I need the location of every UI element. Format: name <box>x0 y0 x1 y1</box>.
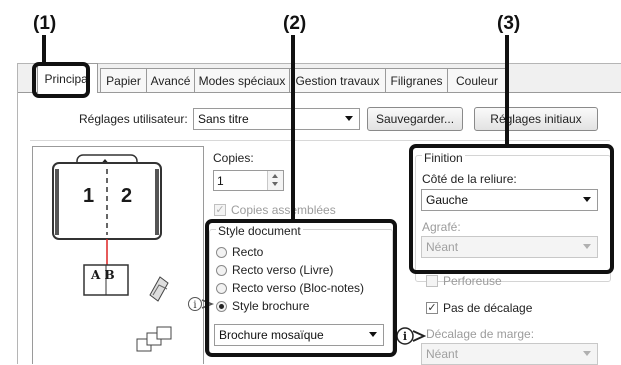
tab-gestion-travaux[interactable]: Gestion travaux <box>289 68 386 92</box>
preview-page-right: 2 <box>121 185 133 207</box>
copies-input[interactable]: 1 <box>213 170 284 191</box>
svg-text:i: i <box>193 300 196 311</box>
layout-preview <box>52 154 172 352</box>
tab-couleur[interactable]: Couleur <box>447 68 507 92</box>
highlight-1 <box>32 62 90 98</box>
user-settings-select[interactable]: Sans titre <box>193 108 360 130</box>
callout-1-leader <box>42 35 46 65</box>
callout-3: (3) <box>497 13 521 34</box>
preview-page-left: 1 <box>83 185 95 207</box>
no-offset-label: Pas de décalage <box>443 301 533 315</box>
user-settings-value: Sans titre <box>198 112 249 126</box>
chevron-down-icon <box>583 351 591 356</box>
no-offset-checkbox[interactable]: ✓ <box>426 302 438 314</box>
booklet-preview-text: A B <box>91 268 115 282</box>
margin-shift-value: Néant <box>426 347 459 361</box>
divider <box>30 140 610 141</box>
tab-modes-speciaux[interactable]: Modes spéciaux <box>194 68 290 92</box>
callout-3-leader <box>505 35 509 147</box>
copies-label: Copies: <box>213 151 254 165</box>
margin-shift-label: Décalage de marge: <box>426 327 535 341</box>
tab-avance[interactable]: Avancé <box>146 68 195 92</box>
highlight-3 <box>409 144 614 274</box>
save-settings-button[interactable]: Sauvegarder... <box>367 107 463 131</box>
svg-text:i: i <box>403 330 407 343</box>
margin-shift-select[interactable]: Néant <box>421 343 598 365</box>
tab-filigranes[interactable]: Filigranes <box>385 68 448 92</box>
collate-label: Copies assemblées <box>231 203 336 217</box>
chevron-down-icon <box>345 116 353 121</box>
highlight-2 <box>205 219 397 357</box>
spin-down-icon[interactable] <box>272 182 278 186</box>
tab-papier[interactable]: Papier <box>100 68 147 92</box>
spin-up-icon[interactable] <box>272 174 278 178</box>
callout-1: (1) <box>33 13 57 34</box>
copies-value: 1 <box>217 174 224 188</box>
copies-spinner[interactable] <box>267 171 283 190</box>
callout-2-leader <box>291 35 295 222</box>
user-settings-label: Réglages utilisateur: <box>79 112 188 126</box>
callout-2: (2) <box>283 13 307 34</box>
punch-label: Perforeuse <box>443 274 502 288</box>
collate-checkbox[interactable]: ✓ <box>214 204 226 216</box>
punch-checkbox[interactable] <box>426 275 438 287</box>
restore-defaults-button[interactable]: Réglages initiaux <box>474 107 598 131</box>
